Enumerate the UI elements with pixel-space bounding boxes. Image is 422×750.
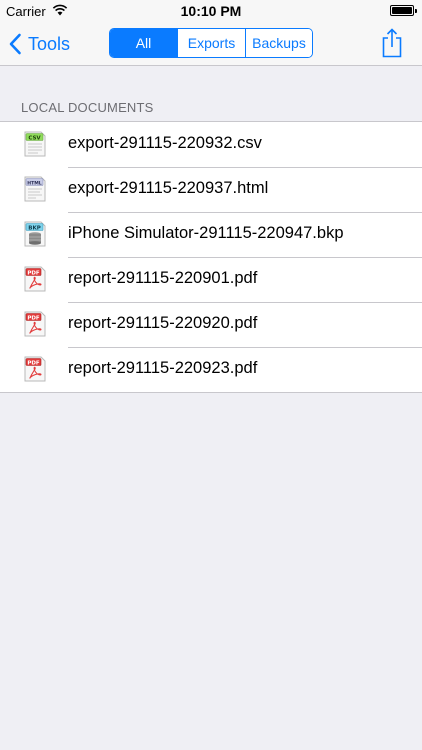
status-time: 10:10 PM <box>180 3 242 19</box>
svg-text:CSV: CSV <box>28 135 41 141</box>
section-header-local-documents: LOCAL DOCUMENTS <box>21 100 154 115</box>
svg-text:PDF: PDF <box>27 360 40 366</box>
file-name: export-291115-220932.csv <box>68 134 262 152</box>
svg-text:PDF: PDF <box>27 315 40 321</box>
csv-file-icon: CSV <box>24 131 46 157</box>
file-name: report-291115-220901.pdf <box>68 269 258 287</box>
back-button[interactable]: Tools <box>8 30 70 58</box>
documents-list: CSV export-291115-220932.csv HTML export… <box>0 121 422 393</box>
pdf-file-icon: PDF <box>24 356 46 382</box>
segment-backups[interactable]: Backups <box>246 29 312 57</box>
svg-text:HTML: HTML <box>27 180 42 186</box>
back-button-label: Tools <box>28 33 71 54</box>
list-item[interactable]: HTML export-291115-220937.html <box>0 167 422 212</box>
segment-all[interactable]: All <box>110 29 178 57</box>
list-item[interactable]: CSV export-291115-220932.csv <box>0 122 422 167</box>
file-name: export-291115-220937.html <box>68 179 269 197</box>
chevron-left-icon <box>9 33 21 55</box>
list-item[interactable]: PDF report-291115-220920.pdf <box>0 302 422 347</box>
list-item[interactable]: PDF report-291115-220901.pdf <box>0 257 422 302</box>
svg-text:BKP: BKP <box>28 225 41 231</box>
html-file-icon: HTML <box>24 176 46 202</box>
svg-text:PDF: PDF <box>27 270 40 276</box>
file-name: report-291115-220920.pdf <box>68 314 258 332</box>
pdf-file-icon: PDF <box>24 311 46 337</box>
status-bar: Carrier 10:10 PM <box>0 0 422 22</box>
share-icon[interactable] <box>380 28 404 58</box>
filter-segmented-control: All Exports Backups <box>109 28 313 58</box>
list-item[interactable]: BKP iPhone Simulator-291115-220947.bkp <box>0 212 422 257</box>
navigation-bar: Tools All Exports Backups <box>0 22 422 66</box>
segment-exports[interactable]: Exports <box>178 29 246 57</box>
file-name: report-291115-220923.pdf <box>68 359 258 377</box>
list-item[interactable]: PDF report-291115-220923.pdf <box>0 347 422 392</box>
pdf-file-icon: PDF <box>24 266 46 292</box>
battery-icon <box>390 5 417 16</box>
file-name: iPhone Simulator-291115-220947.bkp <box>68 224 344 242</box>
bkp-file-icon: BKP <box>24 221 46 247</box>
